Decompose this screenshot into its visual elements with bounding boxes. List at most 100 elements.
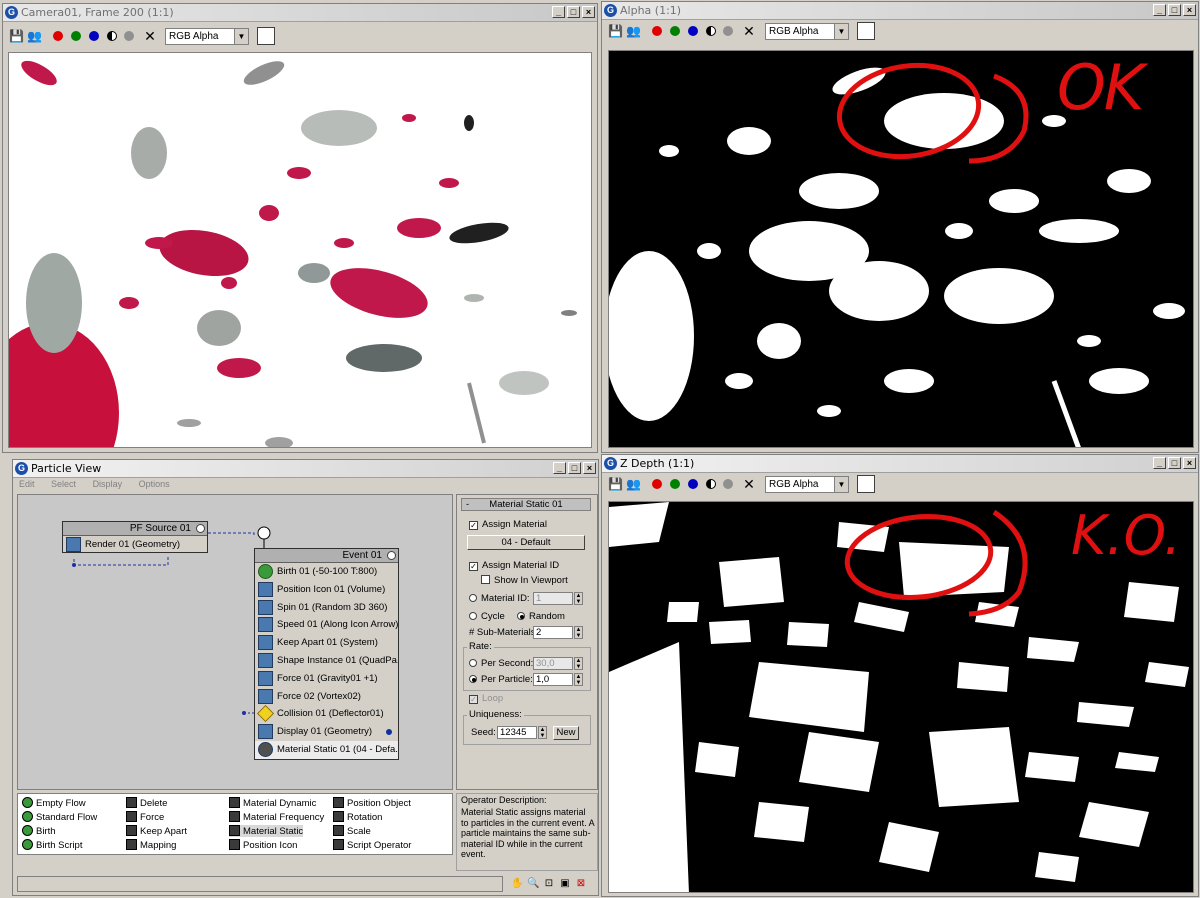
material-id-radio[interactable]: Material ID: [469,593,530,604]
save-icon[interactable]: 💾 [608,477,623,491]
pf-source-node[interactable]: PF Source 01 Render 01 (Geometry) [62,521,208,553]
maximize-button[interactable]: □ [568,462,581,474]
minimize-button[interactable]: _ [552,6,565,18]
camera-titlebar[interactable]: G Camera01, Frame 200 (1:1) _ □ × [3,4,597,22]
depot-item-selected[interactable]: Material Static [229,825,304,837]
clone-icon[interactable]: 👥 [626,477,641,491]
red-channel-icon[interactable] [53,31,63,41]
close-button[interactable]: × [1183,4,1196,16]
depot-item[interactable]: Empty Flow [22,797,86,809]
mono-icon[interactable] [706,26,716,36]
depot-item[interactable]: Force [126,811,164,823]
spinner-arrows-icon[interactable]: ▲ ▼ [574,626,583,639]
rollout-header[interactable]: - Material Static 01 [461,498,591,511]
per-second-radio[interactable]: Per Second: [469,658,533,669]
depot-item[interactable]: Position Object [333,797,411,809]
depot-item[interactable]: Scale [333,825,371,837]
depot-item[interactable]: Material Dynamic [229,797,316,809]
depot-item[interactable]: Delete [126,797,167,809]
menu-options[interactable]: Options [139,479,170,489]
color-swatch[interactable] [857,475,875,493]
zoom-icon[interactable]: 🔍 [527,878,539,890]
pan-hand-icon[interactable]: ✋ [511,878,523,890]
minimize-button[interactable]: _ [1153,4,1166,16]
operator-force-02[interactable]: Force 02 (Vortex02) [255,688,398,706]
particle-view-titlebar[interactable]: G Particle View _ □ × [13,460,598,478]
channel-select[interactable]: RGB Alpha ▼ [765,23,849,40]
menu-edit[interactable]: Edit [19,479,35,489]
show-in-viewport-checkbox[interactable]: Show In Viewport [481,575,568,586]
close-button[interactable]: × [583,462,596,474]
maximize-button[interactable]: □ [567,6,580,18]
operator-force-01[interactable]: Force 01 (Gravity01 +1) [255,670,398,688]
channel-select[interactable]: RGB Alpha ▼ [765,476,849,493]
depot-item[interactable]: Material Frequency [229,811,324,823]
operator-position-icon[interactable]: Position Icon 01 (Volume) [255,581,398,599]
per-second-field[interactable]: 30,0 [533,657,573,670]
per-particle-radio[interactable]: Per Particle: [469,674,533,685]
depot-item[interactable]: Script Operator [333,839,411,851]
alpha-icon[interactable] [723,479,733,489]
alpha-icon[interactable] [723,26,733,36]
alpha-titlebar[interactable]: G Alpha (1:1) _ □ × [602,2,1198,20]
color-swatch[interactable] [257,27,275,45]
maximize-button[interactable]: □ [1168,4,1181,16]
no-zoom-icon[interactable]: ⊠ [575,878,587,890]
red-channel-icon[interactable] [652,26,662,36]
alpha-icon[interactable] [124,31,134,41]
operator-birth[interactable]: Birth 01 (-50-100 T:800) [255,563,398,581]
green-channel-icon[interactable] [670,26,680,36]
cycle-radio[interactable]: Cycle [469,611,505,622]
depot-item[interactable]: Mapping [126,839,176,851]
green-channel-icon[interactable] [670,479,680,489]
seed-field[interactable]: 12345 [497,726,537,739]
zdepth-titlebar[interactable]: G Z Depth (1:1) _ □ × [602,455,1198,473]
close-button[interactable]: × [582,6,595,18]
menu-select[interactable]: Select [51,479,76,489]
clear-icon[interactable]: ✕ [742,477,756,491]
blue-channel-icon[interactable] [688,26,698,36]
minimize-button[interactable]: _ [553,462,566,474]
channel-select[interactable]: RGB Alpha ▼ [165,28,249,45]
depot-item[interactable]: Rotation [333,811,382,823]
zoom-region-icon[interactable]: ⊡ [543,878,555,890]
per-particle-field[interactable]: 1,0 [533,673,573,686]
zoom-extents-icon[interactable]: ▣ [559,878,571,890]
spinner-arrows-icon[interactable]: ▲ ▼ [574,592,583,605]
spinner-arrows-icon[interactable]: ▲ ▼ [574,657,583,670]
maximize-button[interactable]: □ [1168,457,1181,469]
close-button[interactable]: × [1183,457,1196,469]
blue-channel-icon[interactable] [688,479,698,489]
material-id-field[interactable]: 1 [533,592,573,605]
clear-icon[interactable]: ✕ [143,29,157,43]
random-radio[interactable]: Random [517,611,565,622]
operator-collision[interactable]: Collision 01 (Deflector01) [255,705,398,723]
operator-shape-instance[interactable]: Shape Instance 01 (QuadPa... [255,652,398,670]
event-01-node[interactable]: Event 01 Birth 01 (-50-100 T:800) Positi… [254,548,399,760]
clear-icon[interactable]: ✕ [742,24,756,38]
assign-material-checkbox[interactable]: ✓ Assign Material [469,519,547,530]
operator-material-static[interactable]: Material Static 01 (04 - Defa... [255,740,398,759]
blue-channel-icon[interactable] [89,31,99,41]
operator-spin[interactable]: Spin 01 (Random 3D 360) [255,599,398,617]
node-toggle-icon[interactable] [387,551,396,560]
material-picker-button[interactable]: 04 - Default [467,535,585,550]
depot-item[interactable]: Birth [22,825,56,837]
operator-speed[interactable]: Speed 01 (Along Icon Arrow) [255,616,398,634]
depot-item[interactable]: Birth Script [22,839,82,851]
loop-checkbox[interactable]: ✓ Loop [469,693,503,704]
spinner-arrows-icon[interactable]: ▲ ▼ [574,673,583,686]
particle-flow-canvas[interactable]: PF Source 01 Render 01 (Geometry) Event … [17,494,453,790]
assign-material-id-checkbox[interactable]: ✓ Assign Material ID [469,560,559,571]
clone-icon[interactable]: 👥 [27,29,42,43]
operator-display[interactable]: Display 01 (Geometry) [255,723,398,741]
operator-keep-apart[interactable]: Keep Apart 01 (System) [255,634,398,652]
node-toggle-icon[interactable] [196,524,205,533]
depot-item[interactable]: Position Icon [229,839,297,851]
mono-icon[interactable] [107,31,117,41]
mono-icon[interactable] [706,479,716,489]
operator-render[interactable]: Render 01 (Geometry) [63,536,207,554]
green-channel-icon[interactable] [71,31,81,41]
save-icon[interactable]: 💾 [9,29,24,43]
spinner-arrows-icon[interactable]: ▲ ▼ [538,726,547,739]
